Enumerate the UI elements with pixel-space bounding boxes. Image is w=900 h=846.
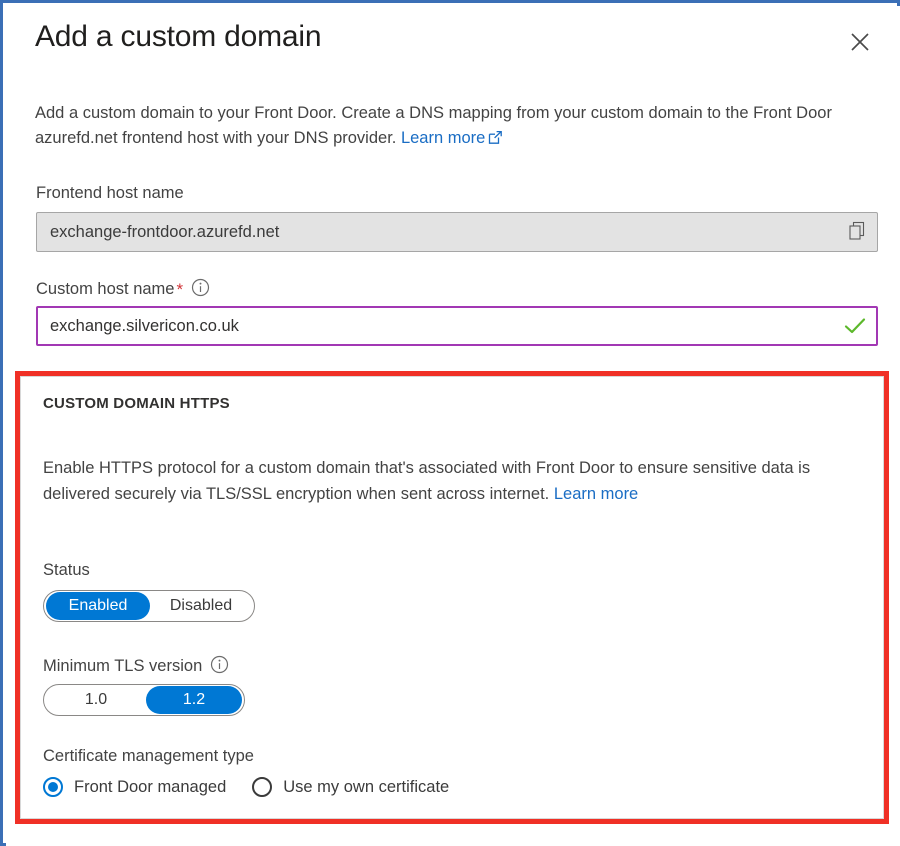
copy-icon bbox=[848, 221, 867, 244]
radio-use-my-own-certificate-label: Use my own certificate bbox=[283, 777, 450, 796]
screenshot-frame: Add a custom domain Add a custom domain … bbox=[0, 0, 900, 846]
frontend-host-field[interactable]: exchange-frontdoor.azurefd.net bbox=[36, 212, 878, 252]
add-custom-domain-panel: Add a custom domain Add a custom domain … bbox=[6, 6, 900, 846]
external-link-icon bbox=[488, 128, 503, 153]
section-header: CUSTOM DOMAIN HTTPS bbox=[43, 395, 230, 412]
frontend-host-label: Frontend host name bbox=[36, 184, 184, 202]
min-tls-option-10[interactable]: 1.0 bbox=[46, 686, 146, 714]
status-label: Status bbox=[43, 561, 90, 579]
status-option-enabled[interactable]: Enabled bbox=[46, 592, 150, 620]
learn-more-link[interactable]: Learn more bbox=[401, 129, 485, 147]
copy-button[interactable] bbox=[837, 213, 877, 251]
custom-domain-https-highlight: CUSTOM DOMAIN HTTPS Enable HTTPS protoco… bbox=[15, 371, 889, 824]
radio-use-my-own-certificate[interactable]: Use my own certificate bbox=[252, 777, 449, 797]
checkmark-icon bbox=[834, 308, 876, 344]
radio-front-door-managed-label: Front Door managed bbox=[74, 777, 227, 796]
info-icon[interactable] bbox=[191, 278, 210, 302]
custom-host-label-text: Custom host name bbox=[36, 280, 175, 298]
https-learn-more-link[interactable]: Learn more bbox=[554, 485, 638, 503]
intro-description: Add a custom domain to your Front Door. … bbox=[35, 101, 853, 153]
https-learn-more-label: Learn more bbox=[553, 485, 639, 503]
section-description: Enable HTTPS protocol for a custom domai… bbox=[43, 455, 863, 507]
custom-host-field[interactable]: exchange.silvericon.co.uk bbox=[36, 306, 878, 346]
status-option-disabled[interactable]: Disabled bbox=[150, 592, 252, 620]
custom-domain-https-section: CUSTOM DOMAIN HTTPS Enable HTTPS protoco… bbox=[20, 376, 884, 819]
radio-unselected-icon bbox=[252, 777, 273, 797]
close-icon bbox=[849, 31, 871, 53]
custom-host-value: exchange.silvericon.co.uk bbox=[50, 316, 239, 335]
min-tls-toggle-group[interactable]: 1.0 1.2 bbox=[43, 684, 245, 716]
cert-management-radio-group: Front Door managed Use my own certificat… bbox=[43, 777, 475, 797]
section-description-text: Enable HTTPS protocol for a custom domai… bbox=[43, 459, 811, 503]
radio-dot bbox=[48, 782, 58, 792]
learn-more-label: Learn more bbox=[400, 129, 486, 147]
min-tls-label: Minimum TLS version bbox=[43, 655, 229, 679]
cert-management-label: Certificate management type bbox=[43, 747, 254, 765]
min-tls-option-12[interactable]: 1.2 bbox=[146, 686, 242, 714]
panel-header: Add a custom domain bbox=[6, 6, 900, 78]
radio-front-door-managed[interactable]: Front Door managed bbox=[43, 777, 226, 797]
frontend-host-value: exchange-frontdoor.azurefd.net bbox=[50, 222, 280, 241]
info-icon[interactable] bbox=[210, 655, 229, 679]
close-button[interactable] bbox=[844, 26, 876, 58]
custom-host-label: Custom host name * bbox=[36, 278, 210, 302]
status-toggle-group[interactable]: Enabled Disabled bbox=[43, 590, 255, 622]
radio-selected-icon bbox=[43, 777, 63, 797]
min-tls-label-text: Minimum TLS version bbox=[43, 657, 203, 675]
page-title: Add a custom domain bbox=[35, 20, 322, 53]
required-marker: * bbox=[176, 280, 184, 299]
